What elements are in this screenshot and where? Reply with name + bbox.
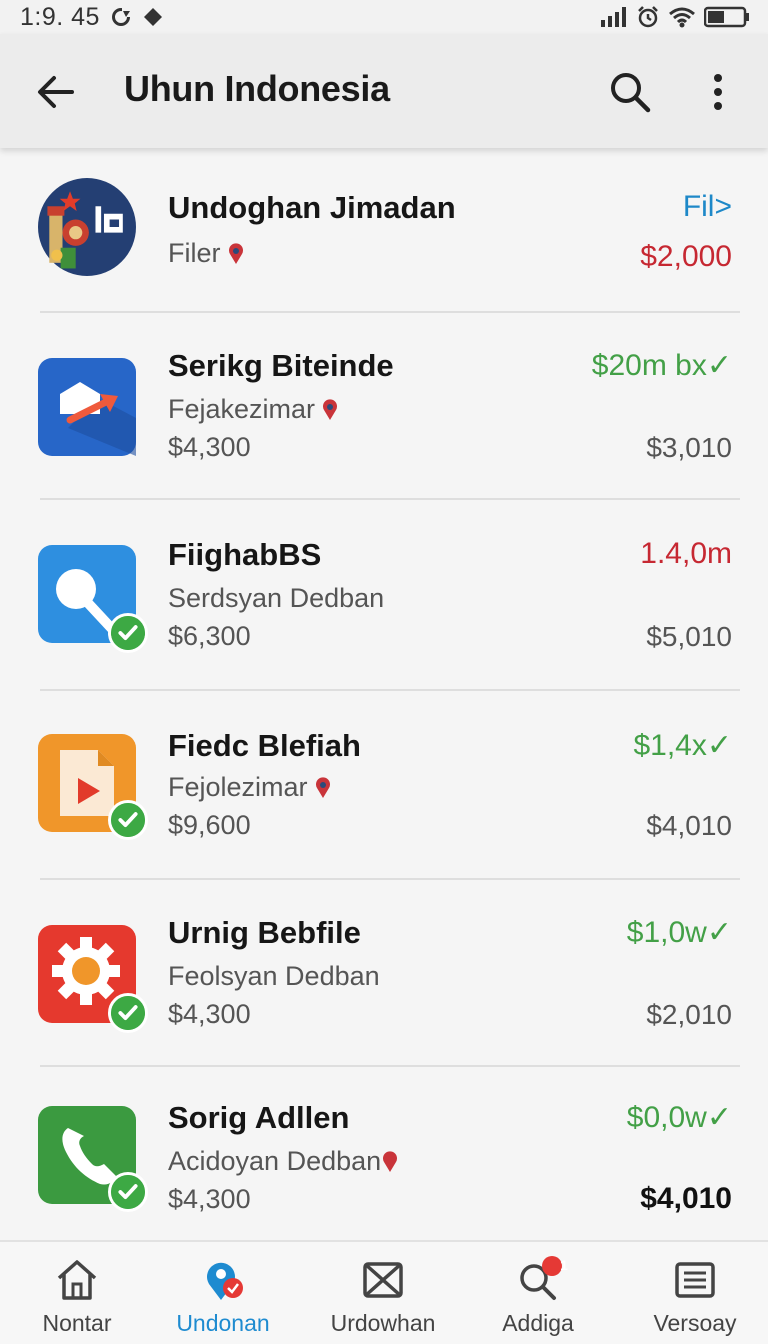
item-amount: $3,010 bbox=[646, 432, 732, 463]
signal-icon bbox=[601, 7, 626, 27]
item-subtitle-text: Filer bbox=[168, 238, 221, 268]
item-subtitle: Fejakezimar bbox=[168, 394, 339, 425]
item-subtitle: Filer bbox=[168, 238, 245, 269]
item-title: Fiedc Blefiah bbox=[168, 728, 361, 763]
location-pin-icon bbox=[315, 776, 330, 798]
nav-label: Addiga bbox=[502, 1310, 574, 1336]
search-icon[interactable] bbox=[606, 68, 654, 116]
list-icon bbox=[675, 1262, 715, 1298]
item-amount: $4,010 bbox=[640, 1182, 732, 1215]
item-price: $9,600 bbox=[168, 810, 251, 840]
item-link[interactable]: Fil> bbox=[683, 190, 732, 224]
item-title: Serikg Biteinde bbox=[168, 348, 394, 383]
home-icon bbox=[57, 1260, 97, 1300]
back-arrow-icon[interactable] bbox=[34, 70, 78, 114]
item-change: 1.4,0m bbox=[640, 537, 732, 570]
item-change: $0,0w✓ bbox=[626, 1101, 732, 1134]
mail-box-icon bbox=[363, 1262, 403, 1298]
verified-check-icon bbox=[108, 800, 148, 840]
item-price: $4,300 bbox=[168, 1184, 251, 1214]
item-list: Undoghan Jimadan Filer Fil> $2,000 Serik… bbox=[0, 148, 768, 1240]
battery-icon bbox=[704, 6, 749, 28]
item-price: $4,300 bbox=[168, 999, 251, 1029]
gear-app-icon bbox=[38, 925, 148, 1033]
item-amount: $2,000 bbox=[640, 240, 732, 273]
phone-app-icon bbox=[38, 1106, 148, 1212]
divider bbox=[40, 311, 740, 313]
item-subtitle: Acidoyan Dedban bbox=[168, 1146, 399, 1177]
nav-item-undonan[interactable]: Undonan bbox=[146, 1242, 300, 1344]
item-subtitle: Fejolezimar bbox=[168, 772, 332, 803]
notification-badge: 1 bbox=[560, 1257, 568, 1273]
wifi-icon bbox=[669, 7, 695, 28]
location-pin-icon bbox=[383, 1150, 398, 1172]
alarm-icon bbox=[638, 6, 658, 28]
list-item[interactable]: Sorig Adllen Acidoyan Dedban $4,300 $0,0… bbox=[0, 1068, 768, 1240]
item-subtitle-text: Feolsyan Dedban bbox=[168, 961, 380, 991]
nav-item-urdowhan[interactable]: Urdowhan bbox=[306, 1242, 460, 1344]
item-subtitle: Feolsyan Dedban bbox=[168, 961, 380, 992]
nav-label: Versoay bbox=[653, 1310, 737, 1336]
item-title: Urnig Bebfile bbox=[168, 915, 361, 950]
list-item[interactable]: Undoghan Jimadan Filer Fil> $2,000 bbox=[0, 148, 768, 312]
nav-item-addiga[interactable]: 1 Addiga bbox=[461, 1242, 615, 1344]
list-item[interactable]: Fiedc Blefiah Fejolezimar $9,600 $1,4x✓ … bbox=[0, 692, 768, 878]
item-title: Undoghan Jimadan bbox=[168, 190, 456, 225]
item-title: Sorig Adllen bbox=[168, 1100, 350, 1135]
item-amount: $4,010 bbox=[646, 810, 732, 841]
nav-label: Undonan bbox=[176, 1310, 270, 1336]
share-box-icon bbox=[38, 358, 136, 456]
nav-item-versoay[interactable]: Versoay bbox=[618, 1242, 768, 1344]
divider bbox=[40, 498, 740, 500]
divider bbox=[40, 689, 740, 691]
item-change: $1,4x✓ bbox=[633, 729, 732, 762]
video-file-app-icon bbox=[38, 734, 148, 840]
item-subtitle: Serdsyan Dedban bbox=[168, 583, 384, 614]
item-title: FiighabBS bbox=[168, 537, 322, 572]
item-subtitle-text: Fejolezimar bbox=[168, 772, 308, 802]
magnifier-app-icon bbox=[38, 545, 148, 653]
page-title: Uhun Indonesia bbox=[124, 68, 390, 109]
app-bar: Uhun Indonesia bbox=[0, 34, 768, 148]
list-item[interactable]: FiighabBS Serdsyan Dedban $6,300 1.4,0m … bbox=[0, 501, 768, 689]
item-price: $6,300 bbox=[168, 621, 251, 651]
item-change: $20m bx✓ bbox=[591, 349, 732, 382]
location-chat-icon bbox=[207, 1262, 243, 1300]
item-amount: $5,010 bbox=[646, 621, 732, 652]
verified-check-icon bbox=[108, 993, 148, 1033]
item-amount: $2,010 bbox=[646, 999, 732, 1030]
item-subtitle-text: Serdsyan Dedban bbox=[168, 583, 385, 613]
divider bbox=[40, 878, 740, 880]
item-change: $1,0w✓ bbox=[626, 916, 732, 949]
list-item[interactable]: Serikg Biteinde Fejakezimar $4,300 $20m … bbox=[0, 314, 768, 498]
item-subtitle-text: Acidoyan Dedban bbox=[168, 1146, 382, 1176]
divider bbox=[40, 1065, 740, 1067]
nav-label: Urdowhan bbox=[330, 1310, 436, 1336]
navigation-icon bbox=[143, 8, 162, 26]
nav-item-nontar[interactable]: Nontar bbox=[0, 1242, 154, 1344]
indonesia-emblem-icon bbox=[38, 178, 136, 276]
list-item[interactable]: Urnig Bebfile Feolsyan Dedban $4,300 $1,… bbox=[0, 881, 768, 1065]
bottom-navigation: Nontar Undonan Urdowhan 1 Addiga Versoay bbox=[0, 1240, 768, 1344]
verified-check-icon bbox=[108, 613, 148, 653]
item-subtitle-text: Fejakezimar bbox=[168, 394, 316, 424]
status-bar: 1:9. 45 bbox=[0, 0, 768, 34]
location-pin-icon bbox=[228, 242, 243, 264]
verified-check-icon bbox=[108, 1172, 148, 1212]
location-pin-icon bbox=[323, 398, 338, 420]
more-vert-icon[interactable] bbox=[700, 70, 736, 114]
sync-icon bbox=[111, 8, 131, 26]
nav-label: Nontar bbox=[42, 1310, 112, 1336]
item-price: $4,300 bbox=[168, 432, 251, 462]
status-time: 1:9. 45 bbox=[20, 2, 100, 31]
